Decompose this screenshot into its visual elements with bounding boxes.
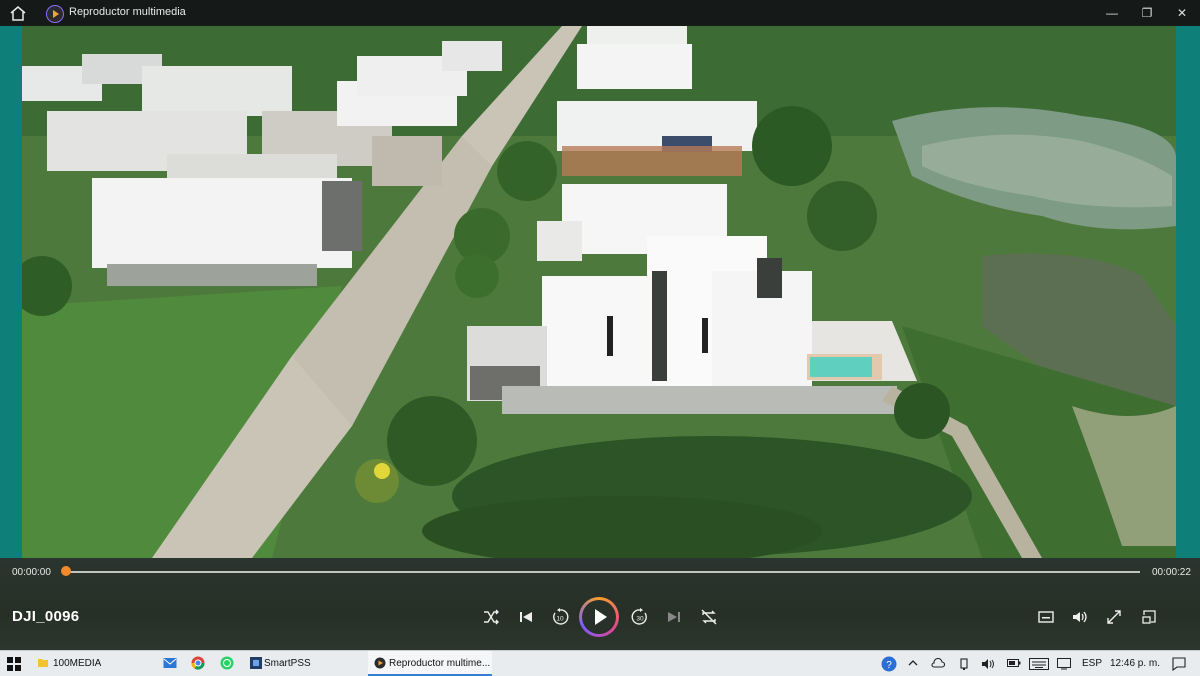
previous-icon[interactable] xyxy=(515,606,537,628)
fullscreen-icon[interactable] xyxy=(1103,606,1125,628)
taskbar-item-100media[interactable]: 100MEDIA xyxy=(33,651,153,676)
video-frame[interactable] xyxy=(22,26,1176,558)
player-controls: 00:00:00 00:00:22 DJI_0096 10 30 xyxy=(0,558,1200,650)
chevron-up-icon[interactable] xyxy=(907,658,919,668)
battery-icon[interactable] xyxy=(1007,658,1021,668)
language-indicator[interactable]: ESP xyxy=(1082,658,1102,669)
media-player-icon xyxy=(46,5,64,23)
seek-handle[interactable] xyxy=(61,566,71,576)
restore-button[interactable]: ❐ xyxy=(1127,2,1167,24)
taskbar-item-smartpss[interactable]: SmartPSS xyxy=(246,651,364,676)
repeat-off-icon[interactable] xyxy=(698,606,720,628)
smartpss-icon xyxy=(250,657,262,669)
taskbar-item-label: SmartPSS xyxy=(264,658,311,669)
mail-icon[interactable] xyxy=(163,657,177,669)
chrome-icon[interactable] xyxy=(191,656,205,670)
next-icon[interactable] xyxy=(663,606,685,628)
taskbar: 100MEDIA SmartPSS Reproductor multime...… xyxy=(0,650,1200,676)
miniplayer-icon[interactable] xyxy=(1138,606,1160,628)
subtitles-icon[interactable] xyxy=(1035,606,1057,628)
minimize-button[interactable]: — xyxy=(1092,2,1132,24)
window-title: Reproductor multimedia xyxy=(69,6,186,18)
taskbar-item-media-player[interactable]: Reproductor multime... xyxy=(368,651,492,676)
svg-text:30: 30 xyxy=(636,616,644,623)
keyboard-icon[interactable] xyxy=(1029,658,1049,670)
windows-start-icon[interactable] xyxy=(6,656,22,672)
svg-text:10: 10 xyxy=(556,616,564,623)
video-image xyxy=(22,26,1176,558)
title-bar: Reproductor multimedia — ❐ ✕ xyxy=(0,0,1200,26)
play-icon xyxy=(595,609,607,625)
volume-icon[interactable] xyxy=(1069,606,1091,628)
media-player-icon xyxy=(374,657,386,669)
rewind-10-icon[interactable]: 10 xyxy=(549,606,571,628)
total-time: 00:00:22 xyxy=(1152,567,1191,578)
help-icon[interactable]: ? xyxy=(881,656,897,672)
forward-30-icon[interactable]: 30 xyxy=(629,606,651,628)
notifications-icon[interactable] xyxy=(1172,657,1186,671)
shuffle-icon[interactable] xyxy=(480,606,502,628)
folder-icon xyxy=(38,659,48,667)
cloud-icon[interactable] xyxy=(931,658,945,668)
speaker-icon[interactable] xyxy=(981,658,995,670)
display-icon[interactable] xyxy=(1057,658,1071,670)
play-button[interactable] xyxy=(579,597,619,637)
taskbar-item-label: 100MEDIA xyxy=(53,658,102,669)
svg-text:?: ? xyxy=(886,660,892,671)
video-title: DJI_0096 xyxy=(12,608,80,625)
home-icon[interactable] xyxy=(8,4,28,22)
clock[interactable]: 12:46 p. m. xyxy=(1110,658,1160,669)
usb-device-icon[interactable] xyxy=(958,658,970,670)
seek-bar[interactable] xyxy=(66,571,1140,573)
taskbar-item-label: Reproductor multime... xyxy=(389,658,491,669)
current-time: 00:00:00 xyxy=(12,567,51,578)
close-button[interactable]: ✕ xyxy=(1162,2,1200,24)
whatsapp-icon[interactable] xyxy=(220,656,234,670)
